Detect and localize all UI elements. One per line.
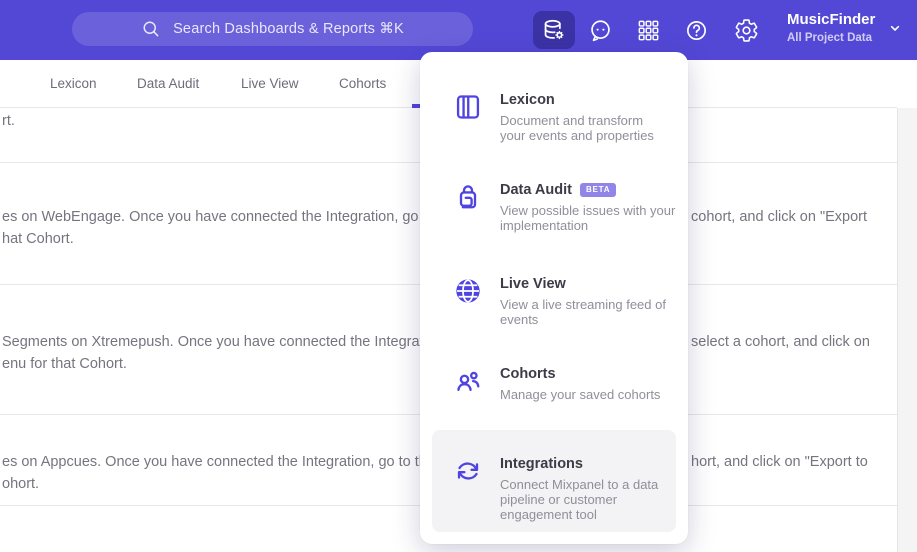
menu-item-title: Data Audit (500, 182, 572, 198)
tab-live-view[interactable]: Live View (241, 60, 299, 107)
feedback-button[interactable] (580, 10, 620, 50)
menu-item-description: Manage your saved cohorts (500, 387, 661, 402)
menu-item-description: View a live streaming feed of events (500, 297, 666, 327)
menu-item-data-audit[interactable]: Data Audit BETA View possible issues wit… (454, 178, 678, 233)
apps-grid-icon (638, 20, 658, 40)
search-icon (143, 21, 159, 37)
sync-arrows-icon (457, 462, 479, 480)
help-icon (686, 20, 706, 40)
project-switcher[interactable]: MusicFinder All Project Data (787, 10, 903, 46)
row-text-left: rt. (2, 113, 15, 129)
menu-item-integrations[interactable]: Integrations Connect Mixpanel to a data … (454, 452, 678, 522)
globe-icon (456, 279, 480, 303)
search-bar[interactable]: Search Dashboards & Reports ⌘K (72, 12, 473, 46)
row-text-left: es on Appcues. Once you have connected t… (2, 454, 451, 492)
row-text-left: es on WebEngage. Once you have connected… (2, 209, 459, 247)
tab-data-audit[interactable]: Data Audit (137, 60, 199, 107)
book-icon (456, 95, 480, 119)
menu-item-cohorts[interactable]: Cohorts Manage your saved cohorts (454, 362, 678, 402)
audit-lock-icon (459, 185, 477, 209)
people-icon (457, 371, 480, 392)
menu-item-title: Cohorts (500, 366, 556, 382)
tab-lexicon[interactable]: Lexicon (50, 60, 97, 107)
menu-item-live-view[interactable]: Live View View a live streaming feed of … (454, 272, 678, 327)
search-placeholder: Search Dashboards & Reports ⌘K (173, 21, 404, 37)
row-text-right: cohort, and click on "Export (691, 209, 868, 225)
row-text-left: Segments on Xtremepush. Once you have co… (2, 334, 447, 372)
settings-button[interactable] (726, 10, 766, 50)
tab-cohorts[interactable]: Cohorts (339, 60, 386, 107)
row-text-right: select a cohort, and click on (691, 334, 870, 350)
help-button[interactable] (676, 10, 716, 50)
data-management-button[interactable] (533, 11, 575, 49)
top-nav-bar: Search Dashboards & Reports ⌘K MusicFind… (0, 0, 917, 60)
beta-badge: BETA (579, 183, 617, 197)
chevron-down-icon (891, 25, 900, 31)
database-gear-icon (544, 19, 564, 40)
project-subtitle: All Project Data (787, 32, 872, 44)
apps-grid-button[interactable] (628, 10, 668, 50)
settings-gear-icon (735, 18, 757, 42)
nav-dropdown-menu: Lexicon Document and transform your even… (420, 52, 688, 544)
project-name: MusicFinder (787, 11, 876, 28)
scrollbar-track[interactable] (897, 108, 917, 552)
menu-item-title: Live View (500, 276, 566, 292)
menu-item-lexicon[interactable]: Lexicon Document and transform your even… (454, 88, 678, 143)
menu-item-description: View possible issues with your implement… (500, 203, 676, 233)
app-window: Search Dashboards & Reports ⌘K MusicFind… (0, 0, 917, 552)
menu-item-title: Lexicon (500, 92, 555, 108)
menu-item-description: Connect Mixpanel to a data pipeline or c… (500, 477, 659, 522)
menu-item-description: Document and transform your events and p… (500, 113, 654, 143)
feedback-smiley-icon (590, 19, 610, 41)
menu-item-title: Integrations (500, 456, 583, 472)
row-text-right: hort, and click on "Export to (691, 454, 868, 470)
